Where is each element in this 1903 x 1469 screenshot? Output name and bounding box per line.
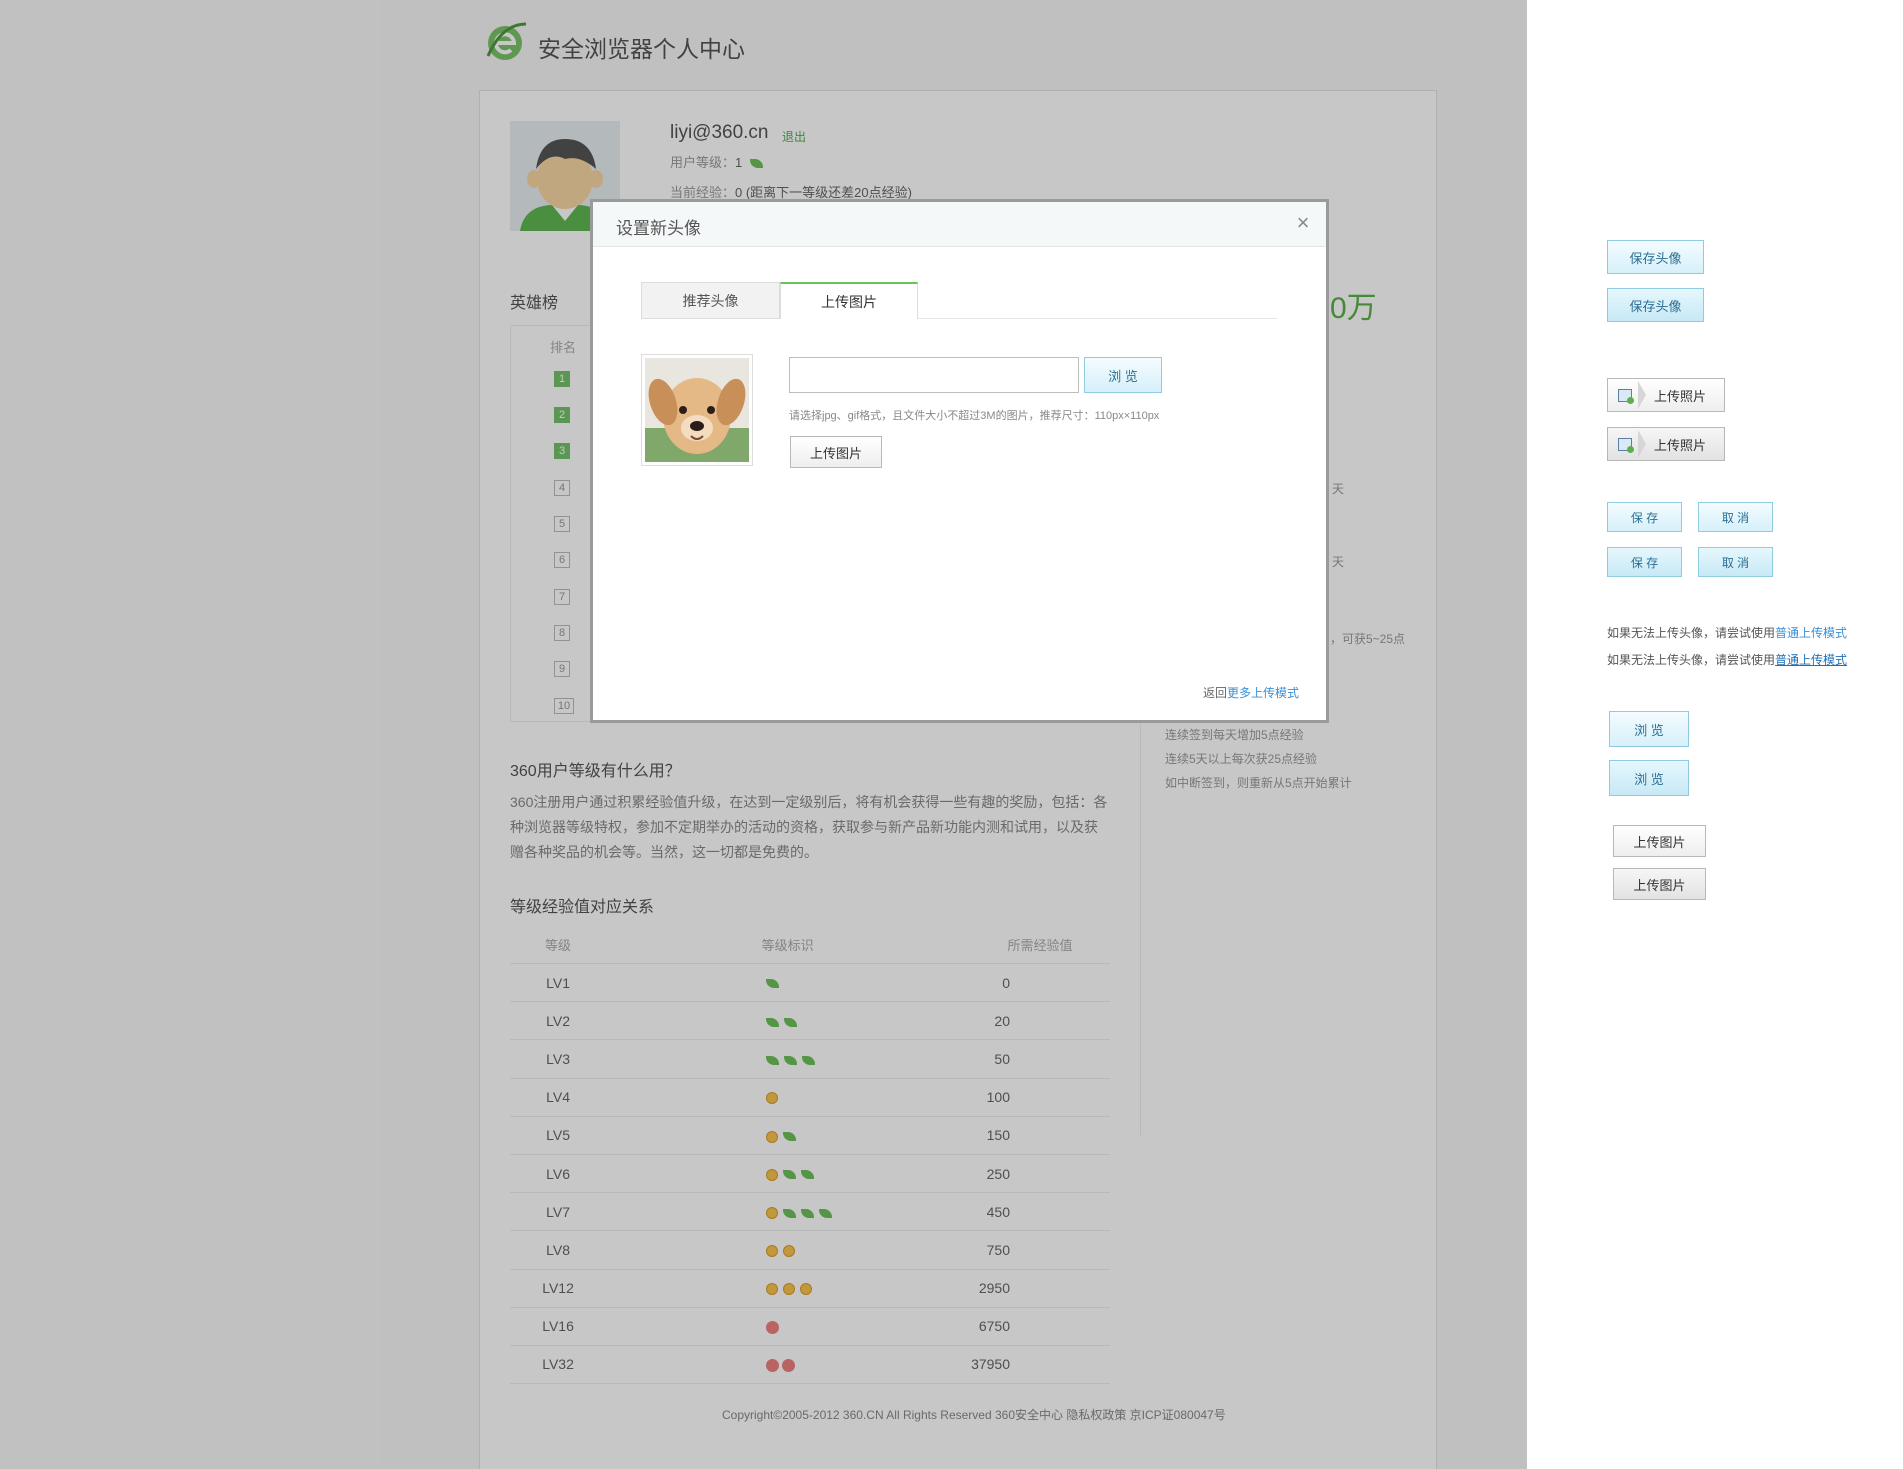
browse-button-hover[interactable]: 浏 览 [1609,760,1689,796]
dialog-header: 设置新头像 × [593,202,1326,247]
upload-hint: 请选择jpg、gif格式，且文件大小不超过3M的图片，推荐尺寸：110px×11… [789,410,1160,422]
chevron-right-icon [1638,381,1646,409]
avatar-dialog: 设置新头像 × 推荐头像 上传图片 浏 览 请选择jpg、gif格式，且文件大小… [590,199,1329,723]
dialog-title: 设置新头像 [616,219,701,238]
tab-recommended-avatar[interactable]: 推荐头像 [641,282,780,319]
photo-upload-icon [1618,437,1634,453]
cancel-button[interactable]: 取 消 [1698,502,1773,532]
page-background: 安全浏览器个人中心 liyi@360.cn 退出 用户等级：1 当前经验：0 (… [0,0,1527,1469]
close-icon[interactable]: × [1293,212,1313,234]
upload-photo-button-hover[interactable]: 上传照片 [1607,427,1725,461]
tab-upload-image[interactable]: 上传图片 [780,282,918,319]
save-button[interactable]: 保 存 [1607,502,1682,532]
avatar-preview-image [641,354,753,466]
back-line: 返回更多上传模式 [1203,684,1299,701]
chevron-right-icon [1638,430,1646,458]
photo-upload-icon [1618,388,1634,404]
save-button-hover[interactable]: 保 存 [1607,547,1682,577]
upload-photo-label: 上传照片 [1654,437,1707,453]
back-prefix: 返回 [1203,686,1228,700]
tip-text: 如果无法上传头像，请尝试使用 [1607,626,1776,640]
file-path-input[interactable] [789,357,1079,393]
upload-fallback-tip: 如果无法上传头像，请尝试使用普通上传模式 [1607,651,1847,668]
upload-photo-label: 上传照片 [1654,388,1707,404]
browse-button[interactable]: 浏 览 [1084,357,1162,393]
upload-image-button[interactable]: 上传图片 [1613,825,1706,857]
upload-image-button[interactable]: 上传图片 [790,436,882,468]
save-avatar-button-hover[interactable]: 保存头像 [1607,288,1704,322]
upload-image-button-hover[interactable]: 上传图片 [1613,868,1706,900]
normal-upload-link[interactable]: 普通上传模式 [1775,626,1847,640]
upload-photo-button[interactable]: 上传照片 [1607,378,1725,412]
cancel-button-hover[interactable]: 取 消 [1698,547,1773,577]
browse-button[interactable]: 浏 览 [1609,711,1689,747]
upload-fallback-tip: 如果无法上传头像，请尝试使用普通上传模式 [1607,624,1847,641]
save-avatar-button[interactable]: 保存头像 [1607,240,1704,274]
more-upload-modes-link[interactable]: 更多上传模式 [1227,686,1299,700]
normal-upload-link[interactable]: 普通上传模式 [1775,653,1847,667]
tip-text: 如果无法上传头像，请尝试使用 [1607,653,1776,667]
